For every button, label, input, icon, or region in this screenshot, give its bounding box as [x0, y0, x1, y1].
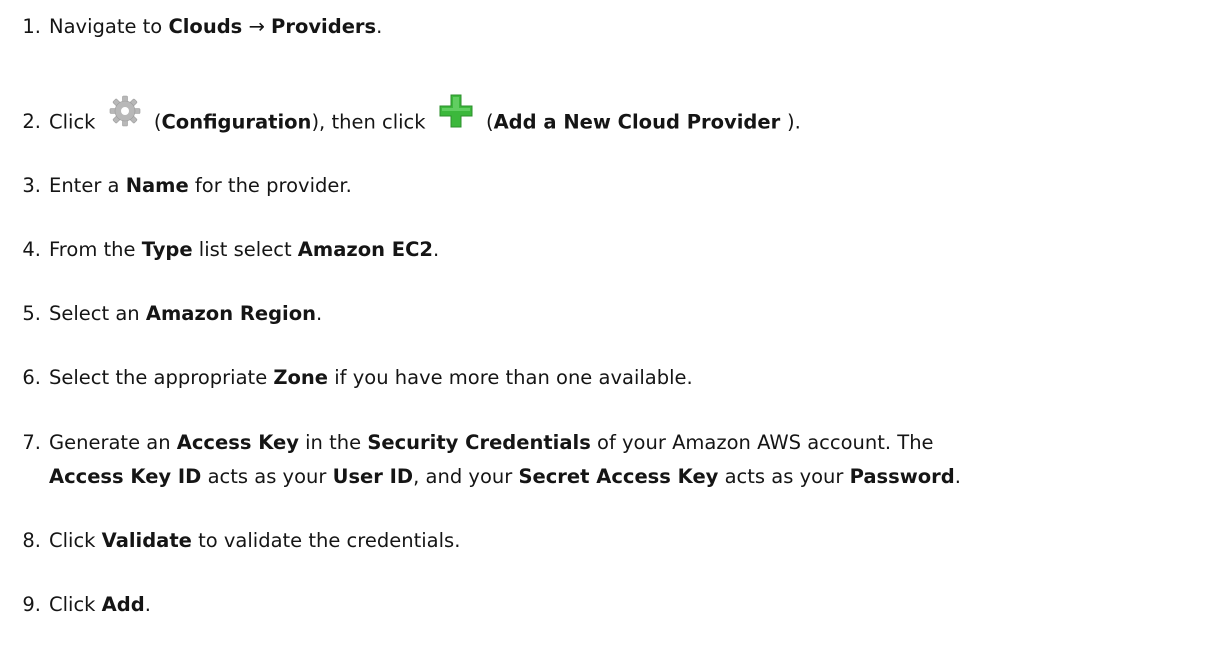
gear-icon — [109, 95, 140, 127]
step-text: Select the appropriate Zone if you have … — [49, 366, 693, 389]
step-number: 5. — [22, 302, 41, 325]
label-amazon-ec2: Amazon EC2 — [297, 238, 433, 261]
step-text: Click Validate to validate the credentia… — [49, 529, 461, 552]
label-access-key: Access Key — [176, 431, 299, 454]
step-number: 2. — [22, 110, 41, 133]
step-text: Click (Configuration), then click (Add a — [49, 94, 1210, 141]
step-text: Navigate to Clouds → Providers. — [49, 15, 383, 38]
step-number: 9. — [22, 593, 41, 616]
label-configuration: Configuration — [161, 110, 312, 134]
label-type: Type — [141, 238, 193, 261]
menu-clouds: Clouds — [168, 15, 243, 38]
step-number: 8. — [22, 529, 41, 552]
step-number: 4. — [22, 238, 41, 261]
step-number: 7. — [22, 431, 41, 454]
step-number: 6. — [22, 366, 41, 389]
label-add-new-cloud-provider: Add a New Cloud Provider — [493, 110, 787, 134]
step-text: Select an Amazon Region. — [49, 302, 323, 325]
step-text: Enter a Name for the provider. — [49, 174, 352, 197]
step-text: Generate an Access Key in the Security C… — [49, 431, 961, 488]
plus-icon — [439, 94, 473, 128]
label-name: Name — [125, 174, 189, 197]
step-number: 1. — [22, 15, 41, 38]
menu-providers: Providers — [271, 15, 377, 38]
label-secret-access-key: Secret Access Key — [518, 465, 719, 488]
label-access-key-id: Access Key ID — [49, 465, 202, 488]
label-validate: Validate — [101, 529, 192, 552]
label-add: Add — [101, 593, 145, 616]
step-number: 3. — [22, 174, 41, 197]
label-zone: Zone — [273, 366, 329, 389]
label-security-credentials: Security Credentials — [367, 431, 591, 454]
step-text: Click Add. — [49, 593, 151, 616]
label-amazon-region: Amazon Region — [145, 302, 317, 325]
label-user-id: User ID — [332, 465, 414, 488]
step-text: From the Type list select Amazon EC2. — [49, 238, 440, 261]
label-password: Password — [849, 465, 955, 488]
